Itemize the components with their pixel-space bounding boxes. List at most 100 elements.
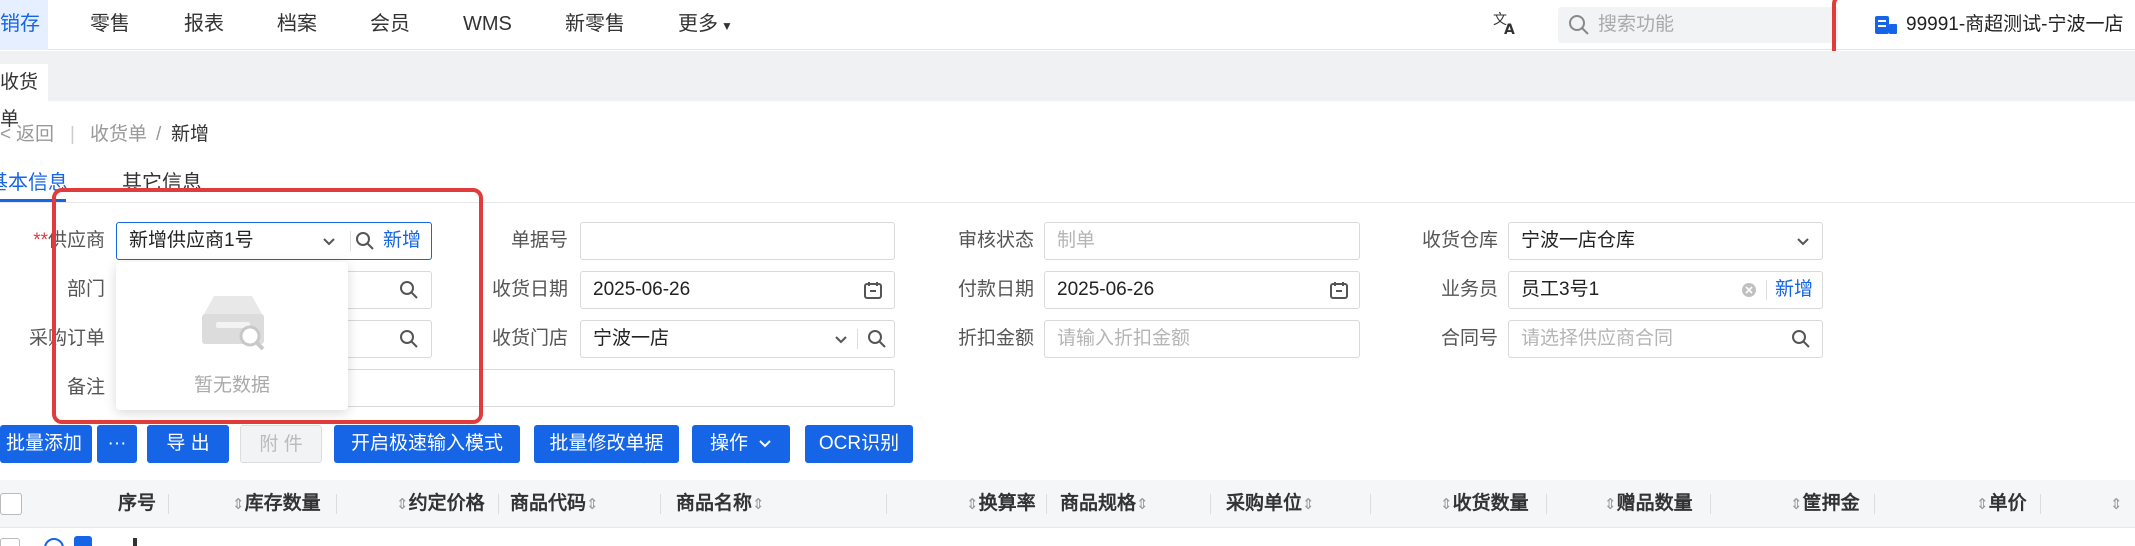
nav-item-wms[interactable]: WMS — [463, 0, 512, 50]
col-conversion-rate[interactable]: ⇕换算率 — [966, 480, 1036, 528]
table-row — [0, 530, 2135, 546]
col-separator — [886, 494, 887, 514]
col-index: 序号 — [118, 493, 157, 514]
col-agreed-price[interactable]: ⇕约定价格 — [396, 480, 485, 528]
receive-store-value: 宁波一店 — [593, 328, 670, 349]
col-separator — [1046, 494, 1047, 514]
chevron-down-icon — [758, 425, 772, 463]
search-icon[interactable] — [867, 329, 887, 349]
fast-input-mode-button[interactable]: 开启极速输入模式 — [334, 425, 520, 463]
col-purchase-unit[interactable]: 采购单位⇕ — [1226, 480, 1315, 528]
nav-item-retail[interactable]: 零售 — [90, 0, 130, 50]
col-unit-price[interactable]: ⇕单价 — [1976, 480, 2027, 528]
batch-edit-button[interactable]: 批量修改单据 — [534, 425, 679, 463]
calendar-icon[interactable] — [1329, 280, 1349, 300]
row-checkbox[interactable] — [0, 538, 20, 546]
back-link[interactable]: 返回 — [16, 122, 54, 148]
discount-input[interactable]: 请输入折扣金额 — [1044, 320, 1360, 358]
field-separator — [1766, 280, 1767, 300]
col-stock-qty[interactable]: ⇕库存数量 — [232, 480, 321, 528]
salesman-value: 员工3号1 — [1521, 279, 1600, 300]
col-next-sort[interactable]: ⇕ — [2110, 480, 2123, 528]
chevron-down-icon[interactable] — [1793, 231, 1813, 251]
discount-label: 折扣金额 — [957, 328, 1034, 349]
svg-text:A: A — [1504, 22, 1515, 36]
field-separator — [857, 329, 858, 349]
receive-store-select[interactable]: 宁波一店 — [580, 320, 895, 358]
col-product-code[interactable]: 商品代码⇕ — [510, 480, 599, 528]
audit-status-placeholder: 制单 — [1057, 230, 1096, 251]
nav-item-inventory[interactable]: 销存 — [0, 0, 48, 50]
receive-date-value: 2025-06-26 — [593, 279, 691, 300]
col-separator — [336, 494, 337, 514]
col-basket-deposit[interactable]: ⇕筐押金 — [1790, 480, 1860, 528]
nav-more-label: 更多 — [678, 13, 718, 35]
warehouse-value: 宁波一店仓库 — [1521, 230, 1636, 251]
contract-field[interactable]: 请选择供应商合同 — [1508, 320, 1823, 358]
sort-icon: ⇕ — [1790, 496, 1803, 513]
contract-label: 合同号 — [1440, 328, 1498, 349]
sort-icon: ⇕ — [586, 496, 599, 513]
col-gift-qty[interactable]: ⇕赠品数量 — [1604, 480, 1693, 528]
receive-date-label: 收货日期 — [491, 279, 568, 300]
function-search-input[interactable] — [1598, 11, 1828, 39]
col-separator — [1370, 494, 1371, 514]
translate-icon[interactable]: 文A — [1490, 10, 1520, 40]
select-all-checkbox[interactable] — [0, 493, 22, 515]
add-salesman-link[interactable]: 新增 — [1775, 272, 1813, 308]
col-product-spec[interactable]: 商品规格⇕ — [1060, 480, 1149, 528]
row-index — [133, 538, 137, 546]
receive-date-picker[interactable]: 2025-06-26 — [580, 271, 895, 309]
col-separator — [660, 494, 661, 514]
sort-icon: ⇕ — [1976, 496, 1989, 513]
col-separator — [498, 494, 499, 514]
search-icon[interactable] — [1791, 329, 1811, 349]
export-button[interactable]: 导 出 — [147, 425, 229, 463]
page-tab-receipt[interactable]: 收货单 — [0, 64, 48, 130]
warehouse-select[interactable]: 宁波一店仓库 — [1508, 222, 1823, 260]
sort-icon: ⇕ — [396, 496, 409, 513]
sort-icon: ⇕ — [1604, 496, 1617, 513]
attachment-button[interactable]: 附 件 — [240, 425, 322, 463]
sort-icon: ⇕ — [1136, 496, 1149, 513]
calendar-icon[interactable] — [863, 280, 883, 300]
caret-down-icon: ▼ — [721, 19, 733, 33]
sort-icon: ⇕ — [232, 496, 245, 513]
more-actions-button[interactable]: ··· — [97, 425, 137, 463]
sort-icon: ⇕ — [1440, 496, 1453, 513]
pay-date-label: 付款日期 — [957, 279, 1034, 300]
sort-icon: ⇕ — [752, 496, 765, 513]
delete-row-icon[interactable] — [74, 536, 92, 546]
col-separator — [2040, 494, 2041, 514]
sort-icon: ⇕ — [966, 496, 979, 513]
col-separator — [1710, 494, 1711, 514]
col-receive-qty[interactable]: ⇕收货数量 — [1440, 480, 1529, 528]
back-chevron-icon[interactable]: < — [0, 122, 11, 148]
function-search[interactable] — [1558, 7, 1838, 43]
operation-dropdown-button[interactable]: 操作 — [692, 425, 790, 463]
discount-placeholder: 请输入折扣金额 — [1057, 328, 1191, 349]
nav-item-members[interactable]: 会员 — [370, 0, 410, 50]
audit-status-field: 制单 — [1044, 222, 1360, 260]
doc-no-field[interactable] — [580, 222, 895, 260]
pay-date-picker[interactable]: 2025-06-26 — [1044, 271, 1360, 309]
add-row-icon[interactable] — [44, 538, 64, 546]
breadcrumb-parent[interactable]: 收货单 — [90, 122, 147, 148]
nav-item-more[interactable]: 更多 ▼ — [678, 0, 733, 50]
nav-item-reports[interactable]: 报表 — [184, 0, 224, 50]
col-product-name[interactable]: 商品名称⇕ — [676, 480, 765, 528]
pay-date-value: 2025-06-26 — [1057, 279, 1155, 300]
nav-item-new-retail[interactable]: 新零售 — [565, 0, 625, 50]
page-tab-strip: 收货单 — [0, 51, 2135, 130]
salesman-select[interactable]: 员工3号1 新增 — [1508, 271, 1823, 309]
batch-add-button[interactable]: 批量添加 — [0, 425, 92, 463]
col-separator — [1210, 494, 1211, 514]
supplier-highlight-box — [52, 188, 483, 424]
clear-icon[interactable] — [1741, 282, 1757, 298]
chevron-down-icon[interactable] — [831, 329, 851, 349]
ocr-button[interactable]: OCR识别 — [805, 425, 913, 463]
nav-item-archives[interactable]: 档案 — [277, 0, 317, 50]
operation-label: 操作 — [709, 433, 748, 454]
contract-placeholder: 请选择供应商合同 — [1521, 328, 1674, 349]
breadcrumb-separator: / — [156, 124, 162, 145]
